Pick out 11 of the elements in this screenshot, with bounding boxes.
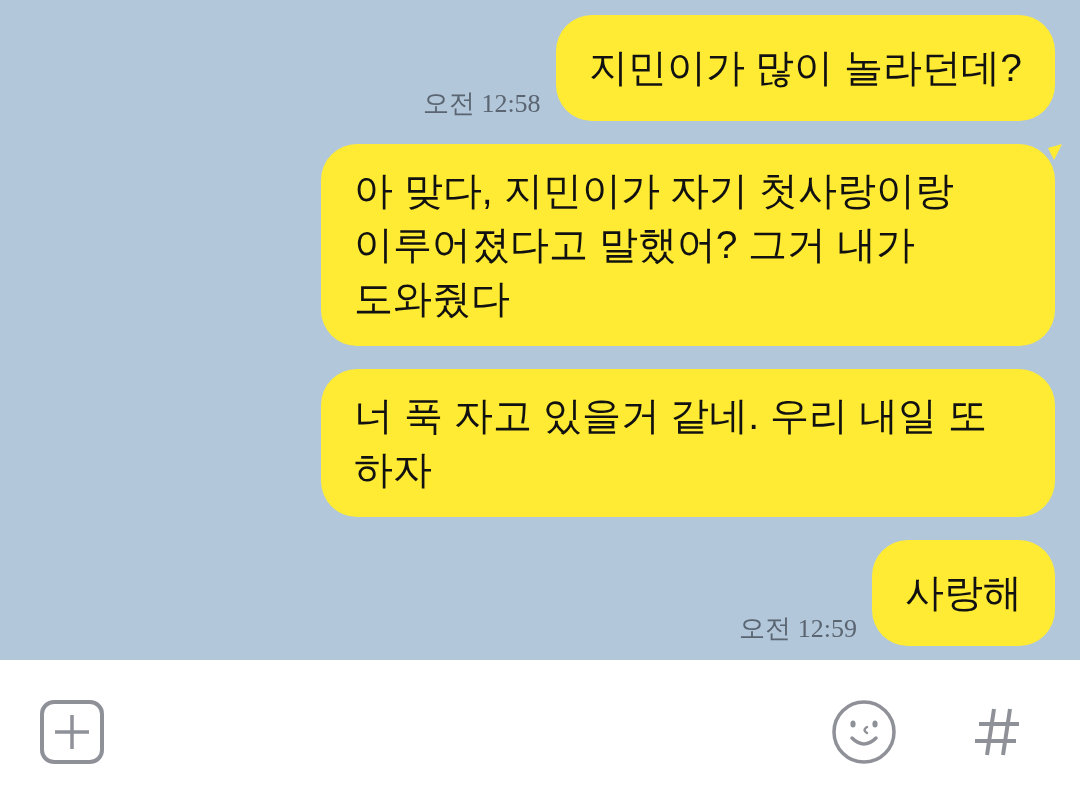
message-bubble: 지민이가 많이 놀라던데? <box>555 15 1055 121</box>
message-bubble: 사랑해 <box>872 540 1055 646</box>
message-time: 오전 12:58 <box>422 89 541 119</box>
message-bubble: 아 맞다, 지민이가 자기 첫사랑이랑 이루어졌다고 말했어? 그거 내가 도와줬다 <box>321 144 1055 346</box>
smiley-icon <box>832 700 896 764</box>
add-button[interactable] <box>40 700 104 764</box>
hash-icon <box>973 707 1021 757</box>
message-bubble: 너 푹 자고 있을거 같네. 우리 내일 또 하자 <box>321 369 1055 517</box>
plus-square-icon <box>40 700 104 764</box>
emoticon-button[interactable] <box>832 700 896 764</box>
message-time: 오전 12:59 <box>739 614 857 644</box>
